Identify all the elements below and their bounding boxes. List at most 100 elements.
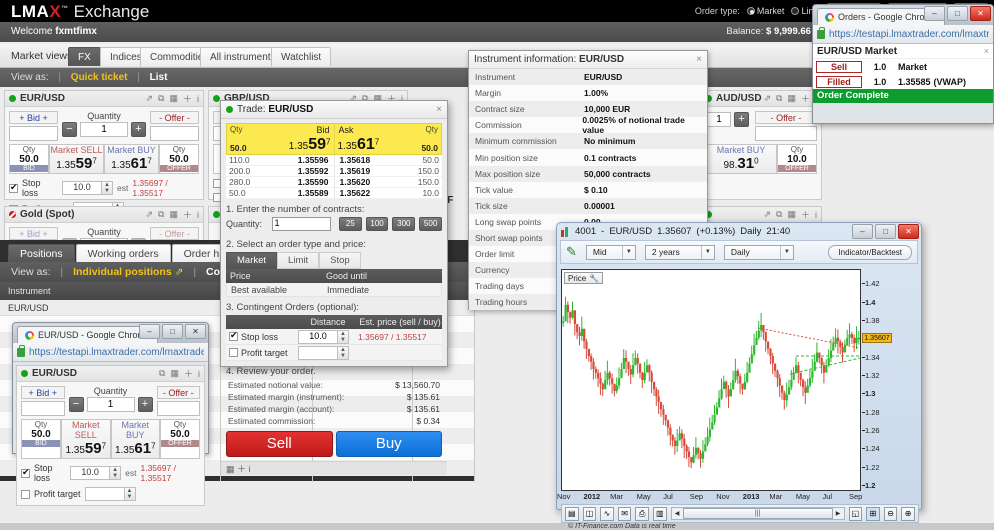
chart-horizontal-scrollbar[interactable]: ◀ ||| ▶: [670, 507, 845, 520]
profit-target-spin-buttons[interactable]: ▲▼: [338, 345, 349, 360]
chart-plot-area[interactable]: Price 🔧 © IT-Finance.com Data is real ti…: [561, 269, 861, 530]
quantity-input[interactable]: 1: [707, 112, 731, 127]
stop-loss-checkbox[interactable]: [9, 182, 18, 193]
tab-positions[interactable]: Positions: [8, 244, 75, 262]
indicator-backtest-button[interactable]: Indicator/Backtest: [828, 244, 912, 260]
zoom-select-icon[interactable]: ⊞: [866, 506, 880, 521]
chrome-tab-eurusd[interactable]: EUR/USD - Google Chrome: [17, 326, 159, 343]
wrench-icon[interactable]: 🔧: [589, 274, 599, 283]
add-icon[interactable]: ＋: [183, 92, 192, 105]
ticket-eurusd[interactable]: EUR/USD ⇗ ⧉ ▦ ＋ i + Bid + Quantity − 1 +…: [4, 90, 204, 216]
quantity-decrement-button[interactable]: −: [68, 397, 84, 412]
market-buy-button[interactable]: Market BUY 1.35617: [104, 144, 159, 174]
eurusd-chrome-window[interactable]: EUR/USD - Google Chrome – □ ✕ https://te…: [12, 322, 209, 506]
preset-25-button[interactable]: 25: [338, 217, 362, 231]
scroll-right-icon[interactable]: ▶: [833, 510, 844, 517]
snapshot-icon[interactable]: ◱: [848, 506, 863, 521]
ticket-icons[interactable]: ⇗ ⧉ ▦ ＋ i: [145, 92, 199, 105]
popout-window-icon[interactable]: ⧉: [776, 93, 782, 104]
order-tab-market[interactable]: Market: [226, 252, 278, 269]
ticket-icons[interactable]: ⇗⧉▦＋i: [763, 92, 817, 105]
ticket-icons[interactable]: ⇗⧉▦＋i: [145, 208, 199, 221]
info-icon[interactable]: i: [197, 210, 199, 220]
info-icon[interactable]: i: [198, 369, 200, 379]
bid-label[interactable]: + Bid +: [21, 386, 65, 399]
add-icon[interactable]: ＋: [184, 367, 193, 380]
interval-select[interactable]: Daily ▼: [723, 244, 794, 260]
buy-button[interactable]: Buy: [335, 431, 442, 457]
profit-target-distance[interactable]: ▲ ▼: [298, 345, 358, 360]
chart-icon[interactable]: ▦: [170, 368, 179, 379]
chevron-down-icon[interactable]: ▼: [621, 245, 635, 259]
chrome-url-bar[interactable]: https://testapi.lmaxtrader.com/lmaxtr: [813, 25, 993, 44]
depth-bid-cell[interactable]: Qty Bid 50.0 1.35597: [227, 124, 334, 154]
stop-loss-input[interactable]: 10.0: [62, 181, 102, 195]
chevron-down-icon[interactable]: ▼: [779, 245, 793, 259]
save-icon[interactable]: ▥: [652, 506, 667, 521]
market-buy-button[interactable]: Market BUY 98.310: [705, 144, 777, 174]
chart-icon[interactable]: ▦: [787, 93, 796, 104]
popout-icon[interactable]: ⇗: [763, 93, 771, 104]
popout-window-icon[interactable]: ⧉: [776, 209, 782, 220]
offer-input[interactable]: [755, 126, 817, 141]
order-tab-limit[interactable]: Limit: [277, 252, 320, 269]
close-icon[interactable]: ×: [436, 104, 442, 115]
stop-loss-input[interactable]: 10.0: [298, 329, 338, 344]
price-type-select[interactable]: Mid ▼: [585, 244, 636, 260]
add-icon[interactable]: ＋: [237, 464, 246, 474]
popout-icon[interactable]: ⇗: [763, 209, 771, 220]
ticket-icons[interactable]: ⧉ ▦ ＋ i: [159, 367, 200, 380]
bid-label[interactable]: + Bid +: [9, 227, 58, 240]
ticket-audusd[interactable]: AUD/USD ⇗⧉▦＋i 1 + - Offer -: [700, 90, 822, 200]
tab-watchlist[interactable]: Watchlist: [271, 47, 332, 66]
profit-target-stepper[interactable]: ▲▼: [84, 487, 136, 501]
indicator-icon[interactable]: ∿: [600, 506, 614, 521]
quantity-increment-button[interactable]: +: [734, 112, 749, 127]
close-window-button[interactable]: ✕: [185, 324, 206, 339]
offer-input[interactable]: [150, 126, 199, 141]
zoom-out-icon[interactable]: ⊖: [883, 506, 898, 521]
draw-tool-icon[interactable]: ✎: [566, 244, 577, 260]
price-panel-label[interactable]: Price 🔧: [564, 272, 604, 284]
zoom-in-icon[interactable]: ⊕: [901, 506, 915, 521]
popout-individual-icon[interactable]: ⇗: [175, 266, 184, 278]
preset-500-button[interactable]: 500: [419, 217, 442, 231]
chart-icon[interactable]: ▦: [787, 209, 796, 220]
add-icon[interactable]: ＋: [801, 92, 810, 105]
stop-loss-spin-buttons[interactable]: ▲ ▼: [102, 181, 113, 195]
popout-icon[interactable]: ⇗: [145, 209, 153, 220]
bid-label[interactable]: + Bid +: [9, 111, 58, 124]
stop-loss-checkbox[interactable]: [21, 467, 30, 478]
popout-window-icon[interactable]: ⧉: [158, 209, 164, 220]
stop-loss-spin-buttons[interactable]: ▲ ▼: [338, 329, 349, 344]
profit-target-spin-buttons[interactable]: ▲▼: [124, 487, 136, 501]
profit-target-input[interactable]: [298, 345, 338, 360]
quantity-input[interactable]: 1: [271, 217, 331, 231]
preset-300-button[interactable]: 300: [392, 217, 416, 231]
close-window-button[interactable]: ✕: [898, 224, 919, 239]
sell-button[interactable]: Sell: [226, 431, 333, 457]
profit-target-input[interactable]: [84, 487, 125, 501]
mail-icon[interactable]: ✉: [617, 506, 632, 521]
view-list[interactable]: List: [150, 72, 168, 83]
info-icon[interactable]: i: [815, 210, 817, 220]
print-icon[interactable]: ⎙: [635, 506, 649, 521]
quantity-increment-button[interactable]: +: [137, 397, 153, 412]
minimize-button[interactable]: –: [852, 224, 873, 239]
offer-label[interactable]: - Offer -: [755, 111, 817, 124]
chart-window[interactable]: 4001 - EUR/USD 1.35607 (+0.13%) Daily 21…: [556, 222, 922, 530]
compare-icon[interactable]: ◫: [582, 506, 597, 521]
scroll-left-icon[interactable]: ◀: [672, 510, 683, 517]
market-buy-button[interactable]: Market BUY 1.35617: [110, 419, 160, 459]
stop-loss-stepper[interactable]: 10.0 ▲ ▼: [70, 466, 122, 480]
view-individual-positions[interactable]: Individual positions: [73, 266, 172, 278]
depth-ask-cell[interactable]: Ask Qty 50.0 1.35617: [333, 124, 442, 154]
chevron-down-icon[interactable]: ▼: [700, 245, 714, 259]
stop-loss-distance[interactable]: 10.0 ▲ ▼: [298, 329, 358, 344]
info-icon[interactable]: i: [249, 464, 251, 474]
popout-window-icon[interactable]: ⧉: [159, 368, 165, 379]
chrome-url-bar[interactable]: https://testapi.lmaxtrader.com/lmaxtrade…: [13, 343, 208, 362]
offer-label[interactable]: - Offer -: [150, 227, 199, 240]
market-sell-button[interactable]: Market SELL 1.35597: [49, 144, 104, 174]
ticket-icons[interactable]: ⇗⧉▦＋i: [763, 208, 817, 221]
